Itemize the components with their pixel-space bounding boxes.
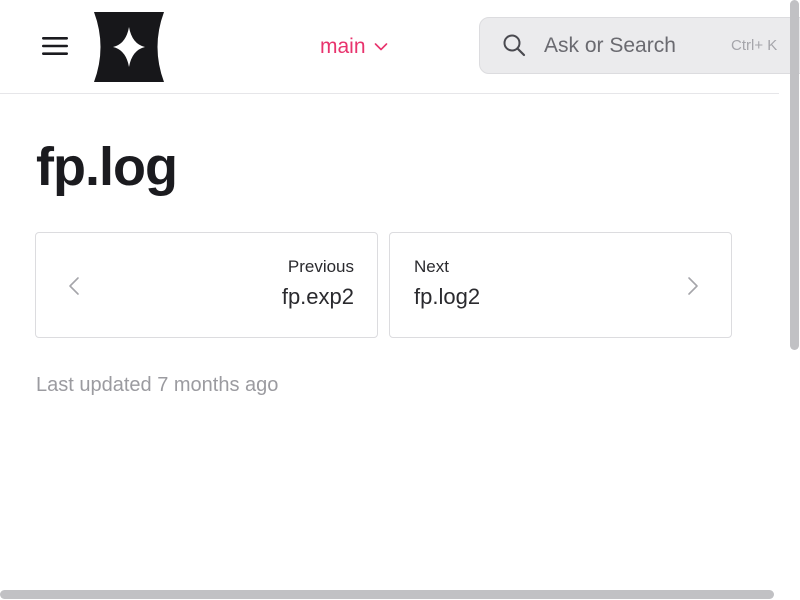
page-title: fp.log xyxy=(36,137,178,197)
last-updated-text: Last updated 7 months ago xyxy=(36,374,279,396)
site-logo[interactable] xyxy=(93,12,165,82)
hamburger-icon xyxy=(42,37,68,55)
chevron-right-icon xyxy=(688,277,698,295)
horizontal-scrollbar-thumb[interactable] xyxy=(0,590,774,599)
vertical-scrollbar-thumb[interactable] xyxy=(790,0,799,350)
top-header: main Ctrl+ K xyxy=(0,0,800,94)
search-input[interactable] xyxy=(544,30,714,62)
search-box[interactable]: Ctrl+ K xyxy=(479,17,800,74)
previous-caption: Previous xyxy=(287,257,354,276)
next-caption: Next xyxy=(414,257,449,276)
search-shortcut-hint: Ctrl+ K xyxy=(731,37,778,54)
four-point-star-logo xyxy=(94,12,164,82)
search-icon xyxy=(503,34,526,57)
previous-page-link[interactable]: Previous fp.exp2 xyxy=(35,232,378,338)
next-page-link[interactable]: Next fp.log2 xyxy=(389,232,732,338)
branch-selector[interactable]: main xyxy=(320,33,388,61)
docs-page: main Ctrl+ K fp.log Previous fp.exp2 Nex… xyxy=(0,0,800,600)
chevron-down-icon xyxy=(374,43,387,51)
chevron-left-icon xyxy=(69,277,79,295)
horizontal-scrollbar[interactable] xyxy=(0,588,800,600)
menu-button[interactable] xyxy=(40,34,70,58)
previous-page-name: fp.exp2 xyxy=(281,284,354,309)
vertical-scrollbar[interactable] xyxy=(788,0,800,600)
next-page-name: fp.log2 xyxy=(414,284,481,309)
branch-label: main xyxy=(320,35,366,58)
